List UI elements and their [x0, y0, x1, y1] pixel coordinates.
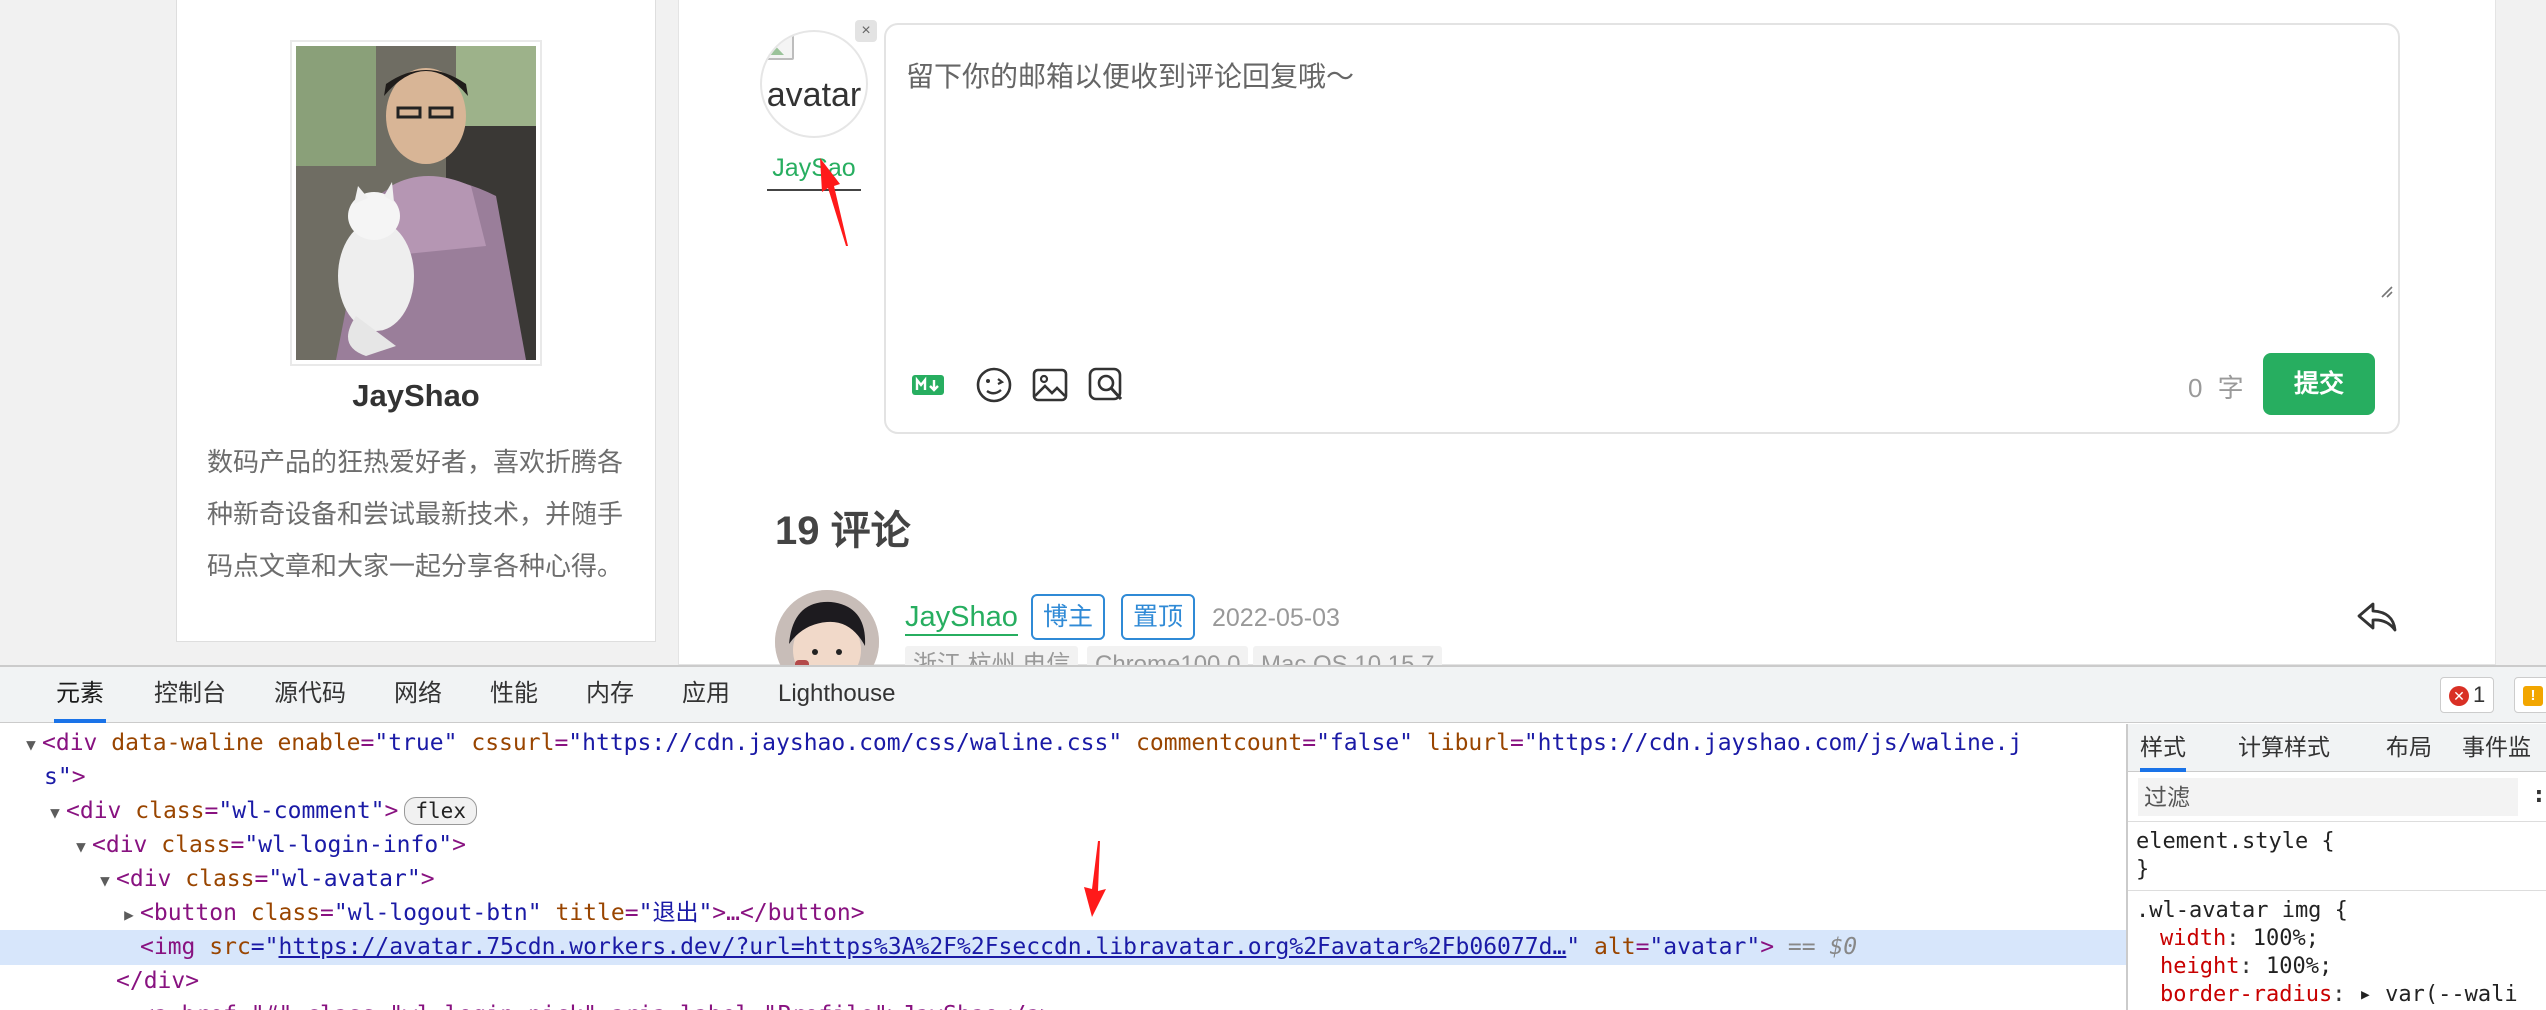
- warning-icon: !: [2523, 686, 2543, 706]
- browser-chip: Chrome100.0: [1087, 646, 1249, 665]
- tab-sources[interactable]: 源代码: [272, 667, 348, 723]
- login-nick-link[interactable]: JaySao: [767, 154, 861, 191]
- profile-card: JayShao 数码产品的狂热爱好者，喜欢折腾各种新奇设备和尝试最新技术，并随手…: [176, 0, 656, 642]
- blog-page: JayShao 数码产品的狂热爱好者，喜欢折腾各种新奇设备和尝试最新技术，并随手…: [0, 0, 2546, 665]
- tab-network[interactable]: 网络: [392, 667, 444, 723]
- comment-count: 19 评论: [775, 509, 911, 553]
- owner-badge: 博主: [1031, 594, 1106, 640]
- comment-item: JayShao 博主 置顶 2022-05-03 浙江 杭州 电信 Chrome…: [775, 590, 2397, 665]
- dom-node-waline[interactable]: ▼ <div data-waline enable="true" cssurl="…: [0, 726, 2126, 761]
- commenter-name[interactable]: JayShao: [905, 600, 1018, 636]
- dom-node-close-div[interactable]: </div>: [0, 964, 2126, 999]
- expand-triangle-icon[interactable]: ▼: [20, 728, 42, 763]
- expand-triangle-icon[interactable]: ▼: [44, 796, 66, 831]
- warning-badge[interactable]: !: [2514, 677, 2546, 713]
- dom-node-wl-comment[interactable]: ▼ <div class="wl-comment"> flex: [0, 794, 2126, 829]
- location-chip: 浙江 杭州 电信: [905, 646, 1079, 665]
- tab-application[interactable]: 应用: [680, 667, 732, 723]
- error-count-badge[interactable]: ✕ 1: [2440, 677, 2495, 713]
- tab-event-listeners[interactable]: 事件监听: [2462, 724, 2546, 806]
- error-icon: ✕: [2449, 686, 2469, 707]
- tab-layout[interactable]: 布局: [2386, 724, 2432, 772]
- tab-lighthouse[interactable]: Lighthouse: [776, 667, 897, 723]
- user-avatar[interactable]: avatar: [760, 30, 868, 138]
- tab-memory[interactable]: 内存: [584, 667, 636, 723]
- styles-filter-row: :h: [2128, 772, 2546, 822]
- comment-date: 2022-05-03: [1212, 604, 1340, 632]
- reply-icon[interactable]: [2355, 598, 2399, 638]
- error-count: 1: [2473, 682, 2486, 707]
- broken-image-icon: [762, 34, 794, 60]
- css-prop-border-radius[interactable]: border-radius: ▸ var(--wali: [2136, 981, 2540, 1009]
- comment-editor: 0 字 提交: [884, 23, 2400, 434]
- commenter-avatar[interactable]: [775, 590, 879, 665]
- dom-node-waline-cont[interactable]: s">: [0, 760, 2126, 795]
- markdown-icon[interactable]: [906, 363, 950, 407]
- expand-triangle-icon[interactable]: ▼: [94, 864, 116, 899]
- dom-node-login-nick[interactable]: <a href="#" class="wl-login-nick" aria-l…: [0, 998, 2126, 1010]
- tab-console[interactable]: 控制台: [152, 667, 228, 723]
- word-count: 0 字: [2188, 373, 2248, 403]
- dom-node-logout-btn[interactable]: ▶ <button class="wl-logout-btn" title="退出…: [0, 896, 2126, 931]
- dom-node-avatar-img[interactable]: <img src="https://avatar.75cdn.workers.d…: [0, 930, 2126, 965]
- tab-elements[interactable]: 元素: [54, 667, 106, 723]
- profile-photo: [290, 40, 542, 366]
- image-icon[interactable]: [1028, 363, 1072, 407]
- collapse-triangle-icon[interactable]: ▶: [118, 898, 140, 933]
- tab-performance[interactable]: 性能: [488, 667, 540, 723]
- styles-pane: 样式 计算样式 布局 事件监听 :h element.style { } .wl…: [2126, 724, 2546, 1010]
- dom-node-wl-login-info[interactable]: ▼ <div class="wl-login-info">: [0, 828, 2126, 863]
- preview-icon[interactable]: [1084, 363, 1128, 407]
- styles-filter-input[interactable]: [2138, 778, 2518, 816]
- flex-badge[interactable]: flex: [404, 797, 477, 825]
- avatar-alt-text: avatar: [766, 76, 862, 114]
- tab-styles[interactable]: 样式: [2140, 724, 2186, 772]
- expand-triangle-icon[interactable]: ▼: [70, 830, 92, 865]
- wl-avatar-img-rule[interactable]: .wl-avatar img { width: 100%; height: 10…: [2128, 891, 2546, 1010]
- css-prop-width[interactable]: width: 100%;: [2136, 925, 2540, 953]
- comment-textarea[interactable]: [906, 55, 2356, 295]
- pinned-badge: 置顶: [1121, 594, 1196, 640]
- tab-computed[interactable]: 计算样式: [2238, 724, 2330, 772]
- logout-button[interactable]: ×: [855, 20, 877, 42]
- profile-name: JayShao: [352, 378, 480, 413]
- avatar-src-link[interactable]: https://avatar.75cdn.workers.dev/?url=ht…: [279, 934, 1567, 960]
- styles-tabbar: 样式 计算样式 布局 事件监听: [2128, 724, 2546, 806]
- os-chip: Mac OS 10.15.7: [1253, 646, 1443, 665]
- editor-toolbar: [906, 361, 1140, 409]
- hover-state-toggle[interactable]: :h: [2532, 782, 2546, 808]
- profile-bio: 数码产品的狂热爱好者，喜欢折腾各种新奇设备和尝试最新技术，并随手码点文章和大家一…: [207, 447, 624, 581]
- dom-node-wl-avatar[interactable]: ▼ <div class="wl-avatar">: [0, 862, 2126, 897]
- css-prop-height[interactable]: height: 100%;: [2136, 953, 2540, 981]
- devtools-panel: 元素 控制台 源代码 网络 性能 内存 应用 Lighthouse ✕ 1 ! ▼…: [0, 665, 2546, 1010]
- devtools-tabbar: 元素 控制台 源代码 网络 性能 内存 应用 Lighthouse ✕ 1 !: [0, 667, 2546, 723]
- submit-button[interactable]: 提交: [2263, 353, 2375, 415]
- emoji-icon[interactable]: [972, 363, 1016, 407]
- resize-handle-icon[interactable]: [2378, 283, 2394, 299]
- dom-tree[interactable]: ▼ <div data-waline enable="true" cssurl="…: [0, 724, 2126, 1010]
- element-style-rule[interactable]: element.style { }: [2128, 822, 2546, 891]
- css-rules-list: element.style { } .wl-avatar img { width…: [2128, 822, 2546, 1010]
